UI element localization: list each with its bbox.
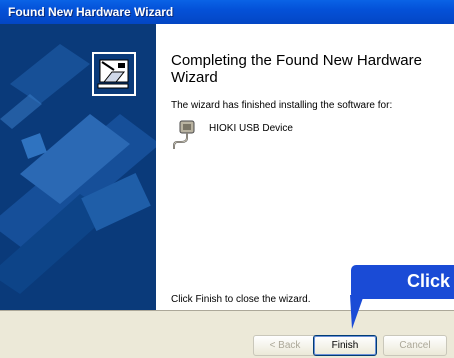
finish-button[interactable]: Finish (313, 335, 377, 356)
title-bar[interactable]: Found New Hardware Wizard (0, 0, 454, 24)
wizard-heading: Completing the Found New Hardware Wizard (171, 52, 422, 86)
wizard-window: Found New Hardware Wizard Completing the… (0, 0, 454, 358)
hardware-wizard-icon (92, 52, 136, 96)
back-button[interactable]: < Back (253, 335, 317, 356)
wizard-side-banner (0, 24, 156, 310)
device-name: HIOKI USB Device (209, 123, 293, 134)
finish-hint-text: Click Finish to close the wizard. (171, 294, 311, 305)
installed-device: HIOKI USB Device (171, 120, 293, 152)
cancel-button[interactable]: Cancel (383, 335, 447, 356)
usb-device-icon (173, 120, 195, 149)
install-status-text: The wizard has finished installing the s… (171, 100, 393, 111)
button-bar: < Back Finish Cancel (0, 310, 454, 358)
callout-pointer-icon (350, 295, 364, 329)
click-callout: Click (351, 265, 454, 299)
callout-label: Click (407, 271, 451, 291)
window-title: Found New Hardware Wizard (8, 5, 174, 19)
